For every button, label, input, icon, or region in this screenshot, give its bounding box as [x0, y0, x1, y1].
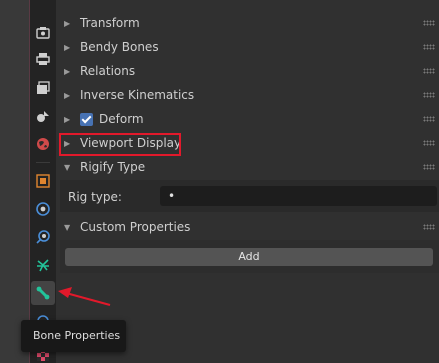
bone-properties-editor: ▶ Transform ▶ Bendy Bones ▶ Relations ▶ … [56, 0, 439, 363]
viewport-display-highlight [59, 133, 181, 156]
drag-grip-icon[interactable] [423, 68, 435, 74]
panel-rigify-type-label: Rigify Type [80, 160, 146, 174]
tab-output[interactable] [31, 47, 55, 71]
chevron-down-icon: ▼ [64, 222, 71, 232]
rigify-type-body: Rig type: • [60, 180, 439, 212]
object-data-armature-icon [37, 259, 49, 272]
panel-deform-label: Deform [99, 112, 144, 126]
panel-inverse-kinematics-label: Inverse Kinematics [80, 88, 195, 102]
bone-properties-tooltip: Bone Properties [21, 320, 126, 352]
panel-transform-label: Transform [80, 16, 140, 30]
deform-checkbox[interactable] [80, 112, 93, 126]
panel-bendy-bones[interactable]: ▶ Bendy Bones [56, 35, 439, 59]
panel-relations-label: Relations [80, 64, 136, 78]
bone-icon [36, 286, 50, 300]
chevron-down-icon: ▼ [64, 162, 71, 172]
tab-view-layer[interactable] [31, 76, 55, 100]
drag-grip-icon[interactable] [423, 116, 435, 122]
view-layer-icon [37, 81, 50, 94]
drag-grip-icon[interactable] [423, 44, 435, 50]
chevron-right-icon: ▶ [64, 42, 71, 52]
panel-inverse-kinematics[interactable]: ▶ Inverse Kinematics [56, 83, 439, 107]
panel-rigify-type[interactable]: ▼ Rigify Type [56, 155, 439, 179]
chevron-right-icon: ▶ [64, 114, 71, 124]
tab-scene[interactable] [31, 104, 55, 128]
object-icon [36, 174, 50, 188]
render-icon [36, 27, 50, 39]
drag-grip-icon[interactable] [423, 164, 435, 170]
drag-grip-icon[interactable] [423, 140, 435, 146]
tab-render[interactable] [31, 21, 55, 45]
tab-bone[interactable] [31, 281, 55, 305]
drag-grip-icon[interactable] [423, 92, 435, 98]
modifiers-icon [36, 202, 50, 216]
tab-object-data-armature[interactable] [31, 253, 55, 277]
tab-modifiers[interactable] [31, 197, 55, 221]
chevron-right-icon: ▶ [64, 66, 71, 76]
panel-custom-properties-label: Custom Properties [80, 220, 191, 234]
drag-grip-icon[interactable] [423, 224, 435, 230]
scene-icon [37, 111, 49, 122]
drag-grip-icon[interactable] [423, 20, 435, 26]
panel-custom-properties[interactable]: ▼ Custom Properties [56, 215, 439, 239]
world-icon [37, 138, 49, 150]
panel-deform[interactable]: ▶ Deform [56, 107, 439, 131]
3d-viewport-edge [0, 0, 30, 363]
panel-transform[interactable]: ▶ Transform [56, 11, 439, 35]
rig-type-label: Rig type: [68, 190, 122, 204]
panel-bendy-bones-label: Bendy Bones [80, 40, 159, 54]
add-property-button[interactable]: Add [65, 248, 433, 266]
chevron-right-icon: ▶ [64, 90, 71, 100]
chevron-right-icon: ▶ [64, 18, 71, 28]
output-icon [36, 53, 50, 65]
tab-separator [36, 162, 50, 163]
physics-icon [36, 230, 50, 244]
tab-object[interactable] [31, 169, 55, 193]
panel-relations[interactable]: ▶ Relations [56, 59, 439, 83]
properties-tab-bar [30, 0, 56, 363]
tab-physics[interactable] [31, 225, 55, 249]
rig-type-field[interactable]: • [160, 186, 437, 206]
tab-world[interactable] [31, 132, 55, 156]
